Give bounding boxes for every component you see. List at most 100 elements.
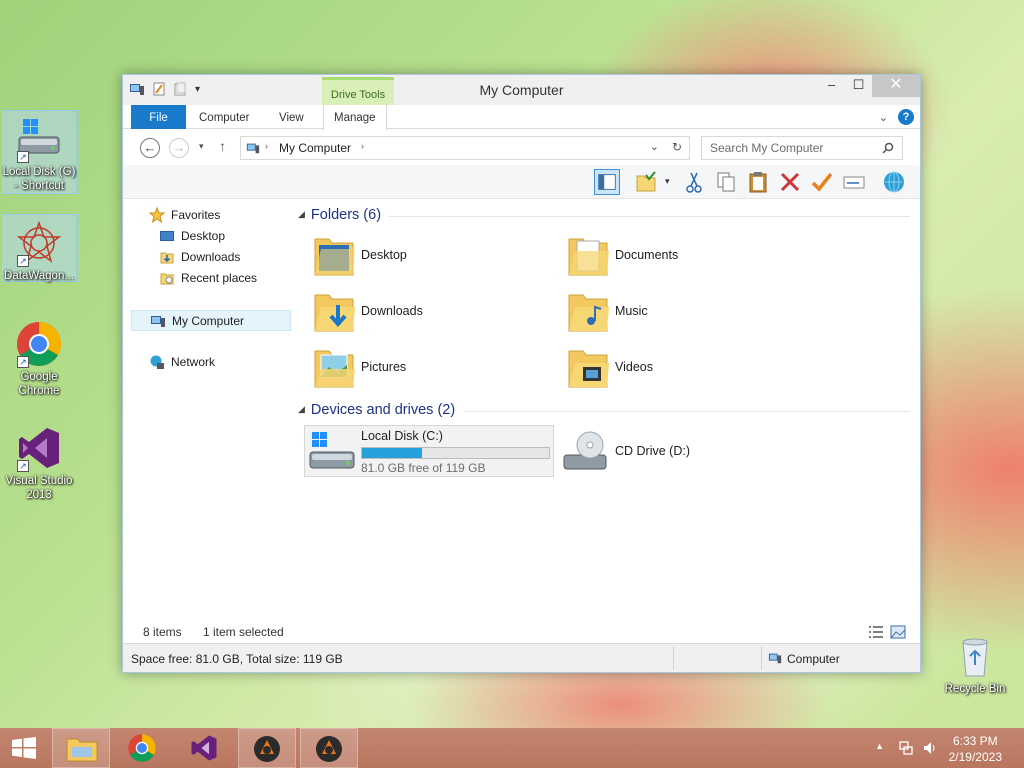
folder-checkbox-icon[interactable] <box>633 169 659 195</box>
tab-manage[interactable]: Manage <box>323 105 387 130</box>
network-icon <box>150 355 164 369</box>
recent-places-icon <box>160 273 174 285</box>
qgis-style-app-icon <box>254 736 280 762</box>
window-title: My Computer <box>479 82 564 98</box>
folders-group-header[interactable]: ◢ Folders (6) <box>298 207 381 223</box>
drive-name: Local Disk (C:) <box>361 429 443 443</box>
datawagon-logo-icon: ↗ <box>15 219 63 267</box>
folder-name: Downloads <box>361 304 423 318</box>
nav-item-recent-places[interactable]: Recent places <box>131 268 291 289</box>
tab-view[interactable]: View <box>269 105 314 129</box>
folder-tile-documents[interactable]: Documents <box>559 229 799 283</box>
close-button[interactable]: ✕ <box>872 75 920 97</box>
search-input[interactable] <box>710 138 880 158</box>
folder-tile-desktop[interactable]: Desktop <box>305 229 545 283</box>
nav-item-favorites[interactable]: Favorites <box>131 205 291 226</box>
file-explorer-icon <box>66 738 98 762</box>
collapse-triangle-icon[interactable]: ◢ <box>298 404 305 414</box>
title-bar[interactable]: ▾ Drive Tools My Computer – ☐ ✕ <box>123 75 920 105</box>
tab-file[interactable]: File <box>131 105 186 129</box>
maximize-button[interactable]: ☐ <box>845 75 872 97</box>
paste-icon[interactable] <box>745 169 771 195</box>
preview-pane-icon[interactable] <box>594 169 620 195</box>
desktop-icon-recycle-bin[interactable]: Recycle Bin <box>937 628 1013 698</box>
folder-options-dropdown-icon[interactable]: ▾ <box>665 176 670 187</box>
folder-name: Documents <box>615 248 679 262</box>
rename-icon[interactable] <box>841 169 867 195</box>
search-icon[interactable] <box>882 142 894 154</box>
nav-item-network[interactable]: Network <box>131 352 291 373</box>
details-view-icon[interactable] <box>868 625 884 639</box>
taskbar-app-1[interactable] <box>238 728 296 768</box>
folder-tile-music[interactable]: Music <box>559 285 799 339</box>
address-bar[interactable]: › My Computer › ⌄ ↻ <box>240 136 690 160</box>
up-button[interactable]: ↑ <box>219 138 226 154</box>
start-button[interactable] <box>0 728 48 768</box>
nav-item-downloads[interactable]: Downloads <box>131 247 291 268</box>
tab-computer[interactable]: Computer <box>189 105 260 129</box>
nav-label: Network <box>171 355 216 369</box>
devices-heading: Devices and drives (2) <box>310 402 456 418</box>
volume-icon[interactable] <box>922 740 938 756</box>
drive-tile-local-disk-c[interactable]: Local Disk (C:) 81.0 GB free of 119 GB <box>304 425 554 477</box>
nav-item-desktop[interactable]: Desktop <box>131 226 291 247</box>
nav-label: Downloads <box>181 250 241 264</box>
delete-icon[interactable] <box>777 169 803 195</box>
clock-date: 2/19/2023 <box>948 750 1002 764</box>
desktop-icon-datawagon[interactable]: ↗ DataWagon... <box>1 214 77 282</box>
taskbar-chrome[interactable] <box>114 728 172 768</box>
status-bar: Space free: 81.0 GB, Total size: 119 GB … <box>123 643 920 672</box>
network-tray-icon[interactable] <box>898 740 914 756</box>
devices-group-header[interactable]: ◢ Devices and drives (2) <box>298 402 455 418</box>
folder-tile-downloads[interactable]: Downloads <box>305 285 545 339</box>
folders-heading: Folders (6) <box>310 207 382 223</box>
folder-name: Music <box>615 304 648 318</box>
computer-icon <box>246 143 260 154</box>
downloads-folder-icon <box>160 252 174 264</box>
forward-button[interactable]: → <box>169 138 189 158</box>
checkmark-icon[interactable] <box>809 169 835 195</box>
nav-item-my-computer[interactable]: My Computer <box>131 310 291 331</box>
collapse-triangle-icon[interactable]: ◢ <box>298 209 305 219</box>
minimize-button[interactable]: – <box>818 75 845 97</box>
taskbar-app-2[interactable] <box>300 728 358 768</box>
drive-tile-cd-drive-d[interactable]: CD Drive (D:) <box>559 427 799 477</box>
help-icon[interactable]: ? <box>898 109 914 125</box>
copy-icon[interactable] <box>713 169 739 195</box>
breadcrumb-chevron-icon[interactable]: › <box>361 141 364 151</box>
expand-ribbon-icon[interactable]: ⌄ <box>879 111 888 124</box>
desktop-icon-local-disk-g[interactable]: ↗ Local Disk (G) - Shortcut <box>1 110 77 194</box>
recent-locations-icon[interactable]: ▾ <box>199 141 204 152</box>
status-separator <box>761 646 762 670</box>
breadcrumb[interactable]: My Computer <box>279 141 351 155</box>
desktop-icon <box>160 231 174 241</box>
large-icons-view-icon[interactable] <box>890 625 906 639</box>
shortcut-arrow-icon: ↗ <box>17 460 29 472</box>
taskbar-file-explorer[interactable] <box>52 728 110 768</box>
search-box[interactable] <box>701 136 903 160</box>
taskbar-visual-studio[interactable] <box>176 728 234 768</box>
command-toolbar: ▾ <box>123 165 920 199</box>
taskbar: ▲ 6:33 PM 2/19/2023 <box>0 728 1024 768</box>
folder-tile-pictures[interactable]: Pictures <box>305 341 545 395</box>
space-info: Space free: 81.0 GB, Total size: 119 GB <box>131 652 343 666</box>
address-dropdown-icon[interactable]: ⌄ <box>650 140 659 153</box>
pictures-folder-icon <box>314 350 355 388</box>
desktop-icon-label: Google <box>20 371 58 383</box>
show-hidden-icons-icon[interactable]: ▲ <box>875 741 884 751</box>
videos-folder-icon <box>568 350 609 388</box>
clock[interactable]: 6:33 PM 2/19/2023 <box>949 733 1002 765</box>
back-button[interactable]: ← <box>140 138 160 158</box>
ribbon-tabs: File Computer View Manage ⌄ ? <box>123 105 920 130</box>
cut-icon[interactable] <box>681 169 707 195</box>
folder-tile-videos[interactable]: Videos <box>559 341 799 395</box>
refresh-icon[interactable]: ↻ <box>672 140 682 154</box>
desktop-icon-google-chrome[interactable]: ↗ Google Chrome <box>1 316 77 400</box>
globe-icon[interactable] <box>881 169 907 195</box>
chrome-icon: ↗ <box>15 320 63 368</box>
windows-logo-icon <box>12 737 36 759</box>
desktop-icon-visual-studio[interactable]: ↗ Visual Studio 2013 <box>1 420 77 504</box>
nav-label: Desktop <box>181 229 226 243</box>
item-count: 8 items <box>143 625 182 639</box>
breadcrumb-chevron-icon[interactable]: › <box>265 141 268 151</box>
